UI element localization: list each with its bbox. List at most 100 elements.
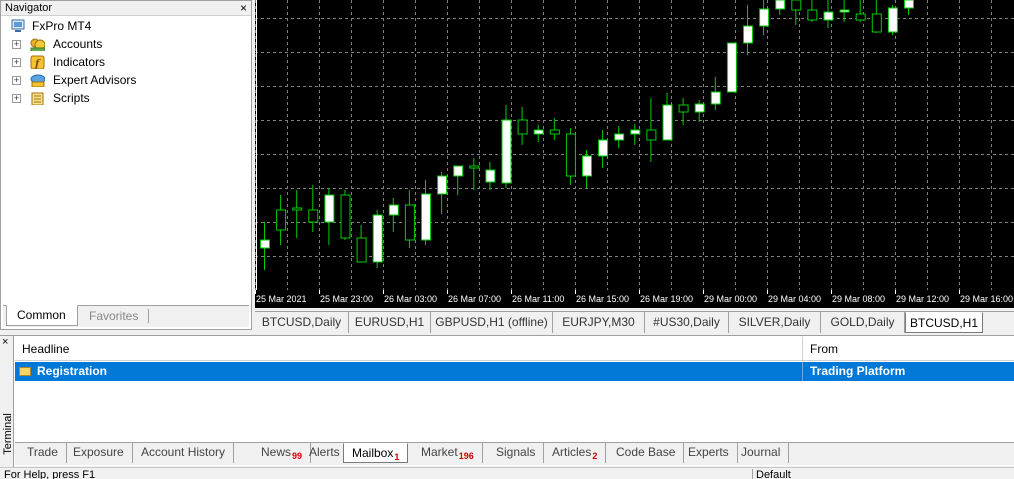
expand-icon[interactable]: + [12, 58, 21, 67]
chart-tab[interactable]: BTCUSD,Daily [255, 312, 349, 333]
candle-body [791, 0, 802, 11]
candle-body [372, 214, 383, 263]
candle-body [533, 129, 544, 135]
mailbox-header: Headline From [15, 337, 1014, 361]
x-tick-label: 26 Mar 03:00 [384, 294, 437, 304]
navigator-close-icon[interactable]: × [240, 1, 247, 15]
x-tick-label: 29 Mar 12:00 [896, 294, 949, 304]
expand-icon[interactable]: + [12, 40, 21, 49]
candle-body [549, 129, 560, 135]
candle-body [775, 0, 786, 10]
candle-body [469, 165, 480, 169]
terminal-tab-code-base[interactable]: Code Base [608, 443, 685, 463]
x-tick-label: 26 Mar 19:00 [640, 294, 693, 304]
tree-item-label: Indicators [53, 55, 106, 69]
tab-badge: 1 [394, 452, 400, 462]
tab-label: Alerts [309, 445, 340, 459]
price-chart[interactable]: 25 Mar 2021 25 Mar 23:00 26 Mar 03:00 26 Ma… [255, 0, 1014, 308]
candle-body [598, 139, 609, 157]
candle-body [904, 0, 914, 9]
terminal-close-icon[interactable]: × [2, 337, 8, 348]
tab-label: Account History [141, 445, 226, 459]
tab-badge: 196 [458, 451, 474, 461]
tree-item-label: Scripts [53, 91, 90, 105]
candle-body [308, 209, 319, 223]
candle-body [292, 207, 303, 211]
terminal-tab-mailbox[interactable]: Mailbox1 [343, 443, 409, 463]
chart-tabs-bar: BTCUSD,Daily EURUSD,H1 GBPUSD,H1 (offline)… [255, 311, 1014, 333]
candle-body [710, 91, 721, 105]
candle-body [565, 133, 576, 177]
candle-body [646, 129, 657, 141]
chart-tab[interactable]: BTCUSD,H1 [905, 312, 983, 333]
terminal-tab-articles[interactable]: Articles2 [544, 443, 607, 463]
candle-body [662, 104, 673, 141]
chart-tab[interactable]: SILVER,Daily [729, 312, 821, 333]
candle-body [421, 193, 431, 241]
expert-advisors-icon [30, 74, 45, 87]
candle-body [839, 9, 850, 13]
tree-root[interactable]: FxPro MT4 [1, 17, 251, 35]
x-tick-label: 25 Mar 2021 [256, 294, 307, 304]
terminal-tab-signals[interactable]: Signals [488, 443, 545, 463]
candle-body [340, 194, 351, 239]
terminal-sidebar: × Terminal [0, 336, 14, 467]
candle-body [887, 7, 898, 33]
navigator-tabs: Common Favorites [3, 305, 249, 327]
x-tick-label: 26 Mar 11:00 [512, 294, 564, 304]
tree-item-accounts[interactable]: + Accounts [1, 35, 251, 53]
candle-body [356, 237, 367, 263]
tree-item-expert-advisors[interactable]: + Expert Advisors [1, 71, 251, 89]
chart-tab[interactable]: GOLD,Daily [821, 312, 905, 333]
candle-body [630, 129, 641, 135]
tab-label: Code Base [616, 445, 676, 459]
tab-label: Mailbox [352, 446, 394, 460]
mailbox-row[interactable]: Registration Trading Platform [15, 362, 1014, 381]
accounts-icon [30, 38, 45, 51]
candle-body [614, 133, 625, 141]
tab-label: News [261, 445, 292, 459]
x-tick-label: 29 Mar 08:00 [832, 294, 885, 304]
terminal-title: Terminal [2, 413, 14, 455]
tree-item-indicators[interactable]: + f Indicators [1, 53, 251, 71]
tree-item-label: Expert Advisors [53, 73, 137, 87]
terminal-tab-trade[interactable]: Trade [19, 443, 67, 463]
chart-canvas: 25 Mar 2021 25 Mar 23:00 26 Mar 03:00 26 Ma… [255, 0, 1014, 308]
terminal-tab-journal[interactable]: Journal [733, 443, 790, 463]
candle-body [260, 239, 270, 249]
candle-body [437, 175, 448, 195]
tab-label: Market [421, 445, 458, 459]
tab-common[interactable]: Common [6, 305, 78, 326]
x-tick-label: 26 Mar 15:00 [576, 294, 629, 304]
candle-body [807, 9, 818, 21]
candle-body [582, 155, 592, 177]
expand-icon[interactable]: + [12, 94, 21, 103]
terminal-tab-exposure[interactable]: Exposure [65, 443, 133, 463]
column-from[interactable]: From [802, 337, 1014, 361]
x-tick-label: 29 Mar 04:00 [768, 294, 821, 304]
tab-favorites[interactable]: Favorites [79, 309, 150, 323]
tab-label: Experts [688, 445, 729, 459]
tree-item-scripts[interactable]: + Scripts [1, 89, 251, 107]
expand-icon[interactable]: + [12, 76, 21, 85]
terminal-tab-market[interactable]: Market196 [413, 443, 483, 463]
column-headline[interactable]: Headline [15, 337, 802, 361]
candle-body [726, 42, 737, 93]
navigator-panel: Navigator × FxPro MT4 + Accounts + f Ind… [0, 0, 252, 330]
chart-tab[interactable]: EURUSD,H1 [349, 312, 431, 333]
candle-body [404, 204, 415, 241]
candle-body [855, 13, 866, 21]
candle-body [388, 204, 399, 216]
indicators-icon: f [30, 55, 45, 69]
candle-body [871, 13, 882, 33]
terminal-tab-experts[interactable]: Experts [680, 443, 738, 463]
terminal-tab-alerts[interactable]: Alerts [301, 443, 349, 463]
chart-tab[interactable]: EURJPY,M30 [553, 312, 645, 333]
chart-tab[interactable]: GBPUSD,H1 (offline) [431, 312, 553, 333]
terminal-computer-icon [11, 19, 25, 32]
navigator-header: Navigator × [1, 1, 251, 16]
tab-label: Exposure [73, 445, 124, 459]
chart-tab[interactable]: #US30,Daily [645, 312, 729, 333]
candle-body [453, 165, 464, 177]
terminal-tab-account-history[interactable]: Account History [133, 443, 235, 463]
